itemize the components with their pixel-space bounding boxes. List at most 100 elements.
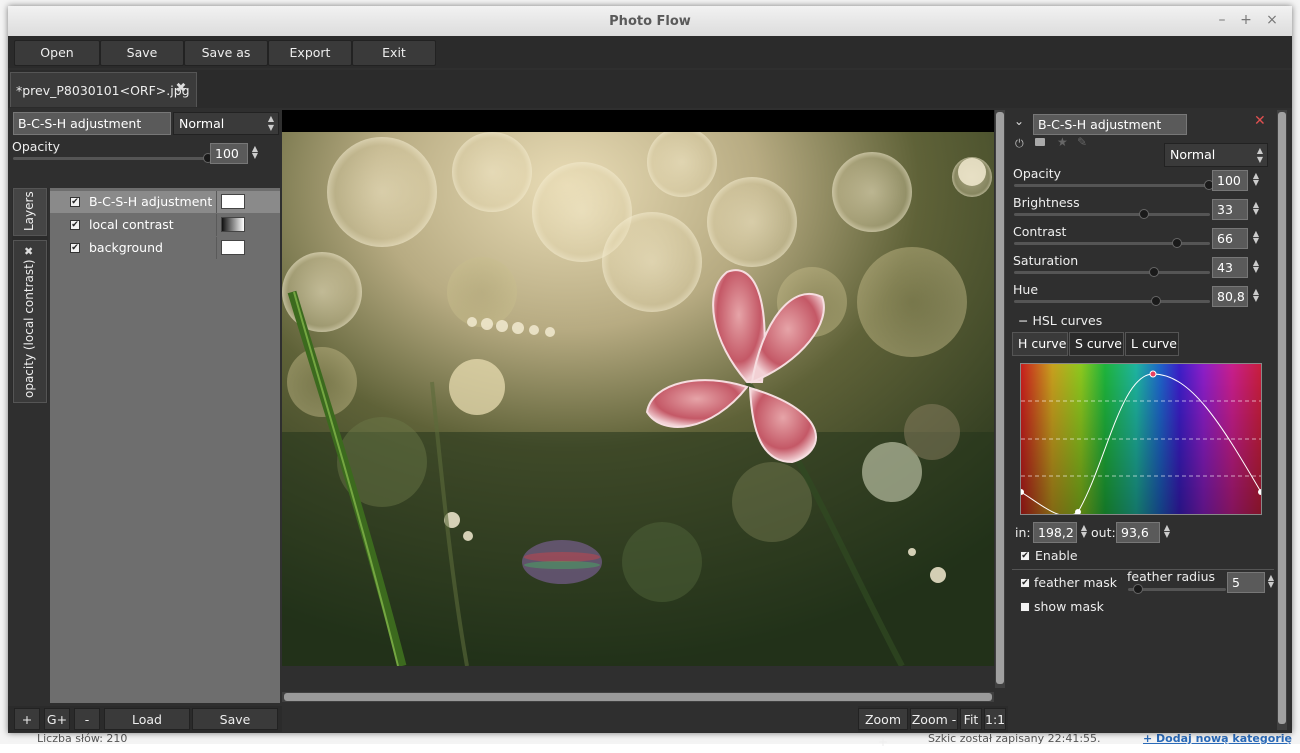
right-blend-mode-select[interactable]: Normal ▲ ▼	[1164, 143, 1268, 167]
open-button[interactable]: Open	[14, 40, 100, 66]
hue-curve-editor[interactable]	[1020, 363, 1262, 515]
feather-mask-checkbox[interactable]: ✔	[1020, 578, 1030, 588]
panel-vertical-scrollbar[interactable]	[1277, 110, 1287, 730]
panel-scroll-thumb[interactable]	[1278, 112, 1286, 724]
minimize-icon[interactable]: –	[1214, 12, 1230, 28]
feather-radius-value[interactable]: 5	[1227, 572, 1265, 593]
spin-arrows-icon[interactable]: ▲ ▼	[1266, 574, 1276, 589]
slider-track[interactable]	[1014, 213, 1210, 216]
close-tab-icon[interactable]: ✖	[174, 82, 188, 96]
slider-value[interactable]: 80,8	[1212, 286, 1248, 307]
close-window-icon[interactable]: ×	[1264, 12, 1280, 28]
slider-value[interactable]: 33	[1212, 199, 1248, 220]
tab-layers[interactable]: Layers	[13, 188, 47, 236]
save-button[interactable]: Save	[100, 40, 184, 66]
spin-arrows-icon[interactable]: ▲ ▼	[1251, 172, 1261, 187]
slider-track[interactable]	[1014, 271, 1210, 274]
spin-arrows-icon[interactable]: ▲ ▼	[250, 145, 260, 160]
add-layer-button[interactable]: +	[14, 708, 40, 730]
spin-arrows-icon[interactable]: ▲ ▼	[1251, 288, 1261, 303]
layer-row[interactable]: ✔ local contrast	[50, 214, 280, 236]
canvas-horizontal-scrollbar[interactable]	[282, 692, 994, 702]
feather-radius-slider-knob[interactable]	[1133, 584, 1143, 594]
save-as-button[interactable]: Save as	[184, 40, 268, 66]
feather-mask-label: feather mask	[1034, 575, 1117, 590]
spin-arrows-icon[interactable]: ▲ ▼	[1162, 524, 1172, 539]
spin-arrows-icon[interactable]: ▲ ▼	[1251, 230, 1261, 245]
layer-row[interactable]: ✔ B-C-S-H adjustment	[50, 191, 280, 213]
layer-mask-thumbnail[interactable]	[221, 217, 245, 232]
layer-name-input[interactable]: B-C-S-H adjustment	[13, 112, 171, 135]
curve-out-value[interactable]: 93,6	[1116, 522, 1160, 543]
tab-s-curve[interactable]: S curve	[1069, 332, 1124, 356]
export-button[interactable]: Export	[268, 40, 352, 66]
curve-point[interactable]	[1258, 489, 1261, 495]
zoom-out-button[interactable]: Zoom -	[910, 708, 958, 730]
spin-arrows-icon[interactable]: ▲ ▼	[1251, 259, 1261, 274]
layer-visible-checkbox[interactable]: ✔	[70, 197, 80, 207]
slider-label: Contrast	[1013, 224, 1067, 239]
hue-curve-graph[interactable]	[1021, 364, 1261, 514]
right-layer-name-input[interactable]: B-C-S-H adjustment	[1033, 114, 1187, 135]
close-mask-tab-icon[interactable]: ✖	[24, 245, 33, 258]
curve-tabs: H curve S curve L curve	[1012, 332, 1272, 356]
slider-track[interactable]	[1014, 300, 1210, 303]
zoom-in-button[interactable]: Zoom +	[858, 708, 908, 749]
collapse-chevron-icon[interactable]: ⌄	[1014, 114, 1024, 128]
maximize-icon[interactable]: +	[1238, 12, 1254, 28]
spin-arrows-icon[interactable]: ▲ ▼	[1251, 201, 1261, 216]
tab-opacity-mask-label: opacity (local contrast)	[22, 259, 36, 399]
canvas-hscroll-thumb[interactable]	[284, 693, 992, 701]
enable-checkbox[interactable]: ✔	[1020, 551, 1030, 561]
right-blend-mode-value: Normal	[1170, 147, 1216, 162]
slider-track[interactable]	[1014, 184, 1210, 187]
canvas-vscroll-thumb[interactable]	[996, 112, 1004, 684]
slider-value[interactable]: 100	[1212, 170, 1248, 191]
tab-l-curve[interactable]: L curve	[1125, 332, 1179, 356]
camera-icon[interactable]	[1035, 138, 1045, 146]
slider-value[interactable]: 66	[1212, 228, 1248, 249]
curve-in-value[interactable]: 198,2	[1033, 522, 1077, 543]
layer-visible-checkbox[interactable]: ✔	[70, 243, 80, 253]
spin-arrows-icon[interactable]: ▲ ▼	[1079, 524, 1089, 539]
tab-layers-label: Layers	[22, 191, 36, 231]
left-opacity-slider[interactable]	[13, 157, 208, 160]
layer-row[interactable]: ✔ background	[50, 237, 280, 259]
remove-layer-button[interactable]: -	[74, 708, 100, 730]
document-tab[interactable]: *prev_P8030101<ORF>.jpg ✖	[10, 72, 197, 107]
one-to-one-button[interactable]: 1:1	[984, 708, 1006, 730]
slider-label: Saturation	[1013, 253, 1079, 268]
left-blend-mode-select[interactable]: Normal ▲ ▼	[173, 112, 279, 135]
photoflow-window: Photo Flow – + × Open Save Save as Expor…	[8, 6, 1292, 749]
add-category-link[interactable]: + Dodaj nową kategorię	[1143, 732, 1292, 745]
image-canvas[interactable]	[282, 110, 994, 666]
edit-icon[interactable]: ✎	[1077, 135, 1087, 149]
slider-knob[interactable]	[1171, 238, 1182, 248]
layer-mask-thumbnail[interactable]	[221, 194, 245, 209]
zoom-button-bar: Zoom + Zoom - Fit 1:1	[858, 706, 1008, 749]
fit-button[interactable]: Fit	[960, 708, 982, 730]
load-preset-button[interactable]: Load	[104, 708, 190, 730]
layer-divider	[216, 237, 217, 259]
exit-button[interactable]: Exit	[352, 40, 436, 66]
power-icon[interactable]: ⏻	[1015, 137, 1024, 151]
pin-icon[interactable]: ★	[1057, 135, 1068, 149]
curve-point-selected[interactable]	[1149, 370, 1157, 378]
curve-in-label: in:	[1015, 525, 1031, 540]
hsl-curves-header[interactable]: − HSL curves	[1018, 313, 1102, 328]
tab-h-curve[interactable]: H curve	[1012, 332, 1068, 356]
close-panel-icon[interactable]: ✕	[1254, 113, 1266, 129]
slider-knob[interactable]	[1150, 296, 1161, 306]
show-mask-checkbox[interactable]	[1020, 602, 1030, 612]
curve-point[interactable]	[1075, 509, 1081, 514]
slider-knob[interactable]	[1148, 267, 1159, 277]
tab-opacity-mask[interactable]: ✖ opacity (local contrast)	[13, 240, 47, 403]
layer-visible-checkbox[interactable]: ✔	[70, 220, 80, 230]
save-preset-button[interactable]: Save	[192, 708, 278, 730]
slider-value[interactable]: 43	[1212, 257, 1248, 278]
add-group-button[interactable]: G+	[44, 708, 70, 730]
layer-name: background	[89, 240, 163, 255]
canvas-vertical-scrollbar[interactable]	[995, 110, 1005, 688]
layer-mask-thumbnail[interactable]	[221, 240, 245, 255]
left-opacity-value[interactable]: 100	[210, 143, 248, 164]
